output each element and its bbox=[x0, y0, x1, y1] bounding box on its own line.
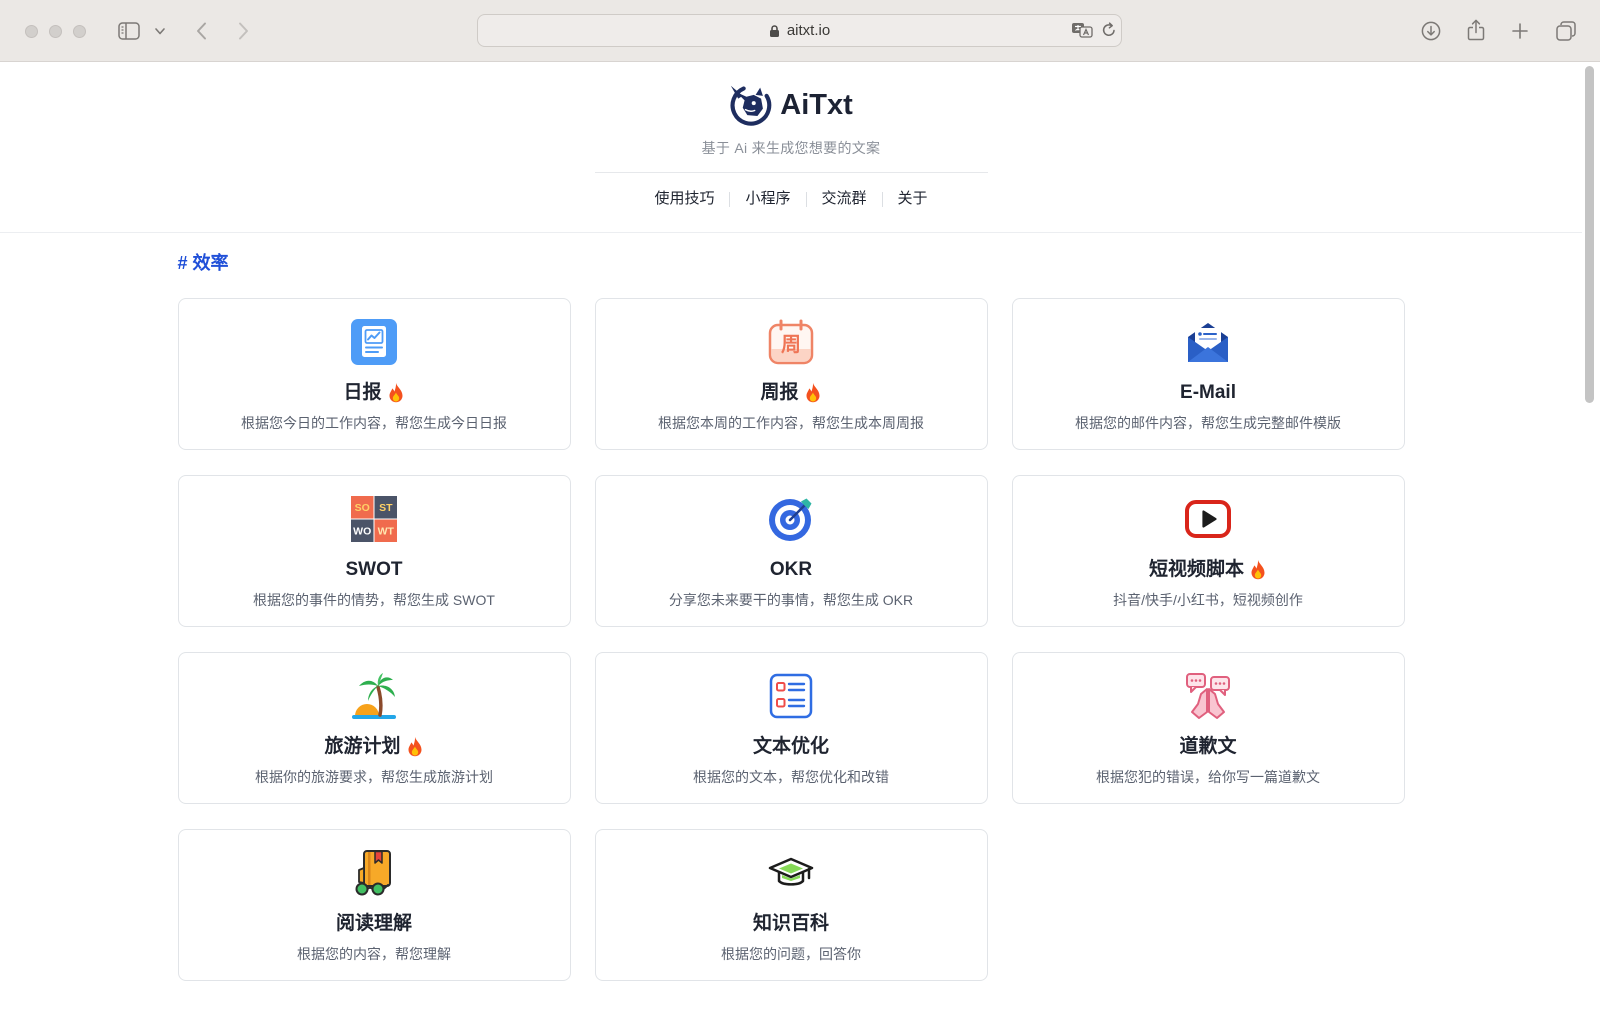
header-divider bbox=[594, 172, 988, 173]
lock-icon bbox=[769, 24, 779, 37]
card-title-row: 阅读理解 bbox=[336, 911, 412, 937]
card-knowledge-encyclopedia[interactable]: 知识百科 根据您的问题，回答你 bbox=[594, 829, 988, 981]
browser-window: aitxt.io AiTxt 基于 Ai 来生成您想要的文案 使用技巧 小程序 … bbox=[0, 0, 1600, 1016]
card-title: 道歉文 bbox=[1179, 736, 1237, 757]
brand-name: AiTxt bbox=[780, 89, 853, 121]
main-section: # 效率 日报 根据您今日的工作内容，帮您生成今日日报 周 周报 根据您本周的工… bbox=[177, 250, 1405, 981]
share-icon[interactable] bbox=[1467, 19, 1485, 41]
target-icon bbox=[769, 498, 812, 541]
card-email[interactable]: E-Mail 根据您的邮件内容，帮您生成完整邮件模版 bbox=[1011, 298, 1405, 450]
chevron-down-icon[interactable] bbox=[155, 28, 165, 35]
card-title-row: 知识百科 bbox=[753, 911, 829, 937]
card-description: 根据您的事件的情势，帮您生成 SWOT bbox=[253, 592, 495, 608]
card-description: 根据您的邮件内容，帮您生成完整邮件模版 bbox=[1075, 415, 1341, 431]
back-icon[interactable] bbox=[196, 22, 207, 40]
praying-hands-icon bbox=[1186, 673, 1230, 719]
card-title-row: 短视频脚本 bbox=[1149, 557, 1267, 583]
card-description: 根据您今日的工作内容，帮您生成今日日报 bbox=[241, 415, 507, 431]
weekly-calendar-icon: 周 bbox=[768, 319, 814, 365]
tagline: 基于 Ai 来生成您想要的文案 bbox=[701, 140, 881, 156]
section-title: # 效率 bbox=[177, 253, 229, 273]
card-daily-report[interactable]: 日报 根据您今日的工作内容，帮您生成今日日报 bbox=[177, 298, 571, 450]
video-play-icon bbox=[1185, 500, 1231, 538]
card-title-row: 旅游计划 bbox=[324, 734, 423, 760]
nav-item-community[interactable]: 交流群 bbox=[807, 188, 882, 210]
card-title-row: E-Mail bbox=[1180, 380, 1236, 406]
address-bar-content: aitxt.io bbox=[478, 15, 1121, 46]
forward-icon[interactable] bbox=[238, 22, 249, 40]
card-title: 知识百科 bbox=[752, 913, 829, 934]
book-glasses-icon bbox=[355, 850, 391, 896]
card-title: SWOT bbox=[345, 559, 403, 580]
page-content: AiTxt 基于 Ai 来生成您想要的文案 使用技巧 小程序 交流群 关于 # … bbox=[0, 62, 1582, 1016]
fire-icon bbox=[387, 382, 405, 404]
browser-toolbar: aitxt.io bbox=[0, 0, 1600, 62]
tool-card-grid: 日报 根据您今日的工作内容，帮您生成今日日报 周 周报 根据您本周的工作内容，帮… bbox=[177, 298, 1405, 981]
card-swot[interactable]: SO ST WO WT SWOT 根据您的事件的情势，帮您生成 SWOT bbox=[177, 475, 571, 627]
card-title: E-Mail bbox=[1180, 382, 1236, 403]
plus-icon[interactable] bbox=[1512, 23, 1528, 39]
card-title: 文本优化 bbox=[752, 736, 829, 757]
email-envelope-icon bbox=[1188, 323, 1228, 362]
card-weekly-report[interactable]: 周 周报 根据您本周的工作内容，帮您生成本周周报 bbox=[594, 298, 988, 450]
card-text-optimization[interactable]: 文本优化 根据您的文本，帮您优化和改错 bbox=[594, 652, 988, 804]
graduation-cap-icon bbox=[768, 857, 814, 886]
card-title-row: 文本优化 bbox=[753, 734, 829, 760]
rhino-logo-icon bbox=[730, 85, 772, 126]
nav-item-mini-program[interactable]: 小程序 bbox=[730, 188, 805, 210]
nav-item-tips[interactable]: 使用技巧 bbox=[639, 188, 729, 210]
brand[interactable]: AiTxt bbox=[729, 83, 853, 127]
swot-label-wo: WO bbox=[353, 526, 371, 538]
fire-icon bbox=[1249, 559, 1267, 581]
daily-report-icon bbox=[351, 319, 397, 365]
reload-icon[interactable] bbox=[1101, 22, 1117, 38]
card-description: 根据您本周的工作内容，帮您生成本周周报 bbox=[658, 415, 924, 431]
minimize-window-button[interactable] bbox=[49, 25, 62, 38]
card-apology-letter[interactable]: 道歉文 根据您犯的错误，给你写一篇道歉文 bbox=[1011, 652, 1405, 804]
card-title: 周报 bbox=[760, 382, 799, 403]
card-description: 分享您未来要干的事情，帮您生成 OKR bbox=[668, 592, 914, 608]
card-title: 短视频脚本 bbox=[1148, 559, 1244, 580]
tabs-overview-icon[interactable] bbox=[1556, 21, 1576, 41]
url-text: aitxt.io bbox=[786, 22, 831, 39]
fire-icon bbox=[406, 736, 424, 758]
nav-item-about[interactable]: 关于 bbox=[883, 188, 943, 210]
sidebar-icon[interactable] bbox=[118, 22, 140, 40]
top-nav: 使用技巧 小程序 交流群 关于 bbox=[639, 188, 942, 210]
card-title-row: OKR bbox=[770, 557, 812, 583]
calendar-label: 周 bbox=[781, 334, 801, 356]
card-title-row: 道歉文 bbox=[1179, 734, 1236, 760]
download-icon[interactable] bbox=[1421, 21, 1441, 41]
swot-grid-icon: SO ST WO WT bbox=[351, 496, 397, 542]
card-title: OKR bbox=[769, 559, 813, 580]
card-reading-comprehension[interactable]: 阅读理解 根据您的内容，帮您理解 bbox=[177, 829, 571, 981]
translate-icon[interactable] bbox=[1071, 22, 1093, 38]
swot-label-wt: WT bbox=[378, 526, 395, 538]
card-title-row: 周报 bbox=[760, 380, 821, 406]
card-description: 根据您犯的错误，给你写一篇道歉文 bbox=[1096, 769, 1320, 785]
zoom-window-button[interactable] bbox=[73, 25, 86, 38]
card-short-video-script[interactable]: 短视频脚本 抖音/快手/小红书，短视频创作 bbox=[1011, 475, 1405, 627]
card-description: 根据你的旅游要求，帮您生成旅游计划 bbox=[255, 769, 493, 785]
card-title: 阅读理解 bbox=[335, 913, 412, 934]
swot-label-so: SO bbox=[355, 502, 370, 514]
palm-island-icon bbox=[352, 673, 396, 719]
card-description: 根据您的文本，帮您优化和改错 bbox=[693, 769, 889, 785]
card-description: 根据您的内容，帮您理解 bbox=[297, 946, 451, 962]
card-title: 日报 bbox=[343, 382, 382, 403]
address-bar[interactable]: aitxt.io bbox=[477, 14, 1122, 47]
card-description: 根据您的问题，回答你 bbox=[721, 946, 861, 962]
card-travel-plan[interactable]: 旅游计划 根据你的旅游要求，帮您生成旅游计划 bbox=[177, 652, 571, 804]
checklist-icon bbox=[769, 673, 813, 719]
card-title: 旅游计划 bbox=[324, 736, 401, 757]
card-description: 抖音/快手/小红书，短视频创作 bbox=[1113, 592, 1303, 608]
site-header: AiTxt 基于 Ai 来生成您想要的文案 使用技巧 小程序 交流群 关于 bbox=[0, 62, 1582, 233]
card-title-row: 日报 bbox=[343, 380, 404, 406]
card-okr[interactable]: OKR 分享您未来要干的事情，帮您生成 OKR bbox=[594, 475, 988, 627]
card-title-row: SWOT bbox=[346, 557, 403, 583]
scrollbar-thumb[interactable] bbox=[1585, 66, 1594, 403]
fire-icon bbox=[804, 382, 822, 404]
swot-label-st: ST bbox=[379, 502, 393, 514]
close-window-button[interactable] bbox=[25, 25, 38, 38]
